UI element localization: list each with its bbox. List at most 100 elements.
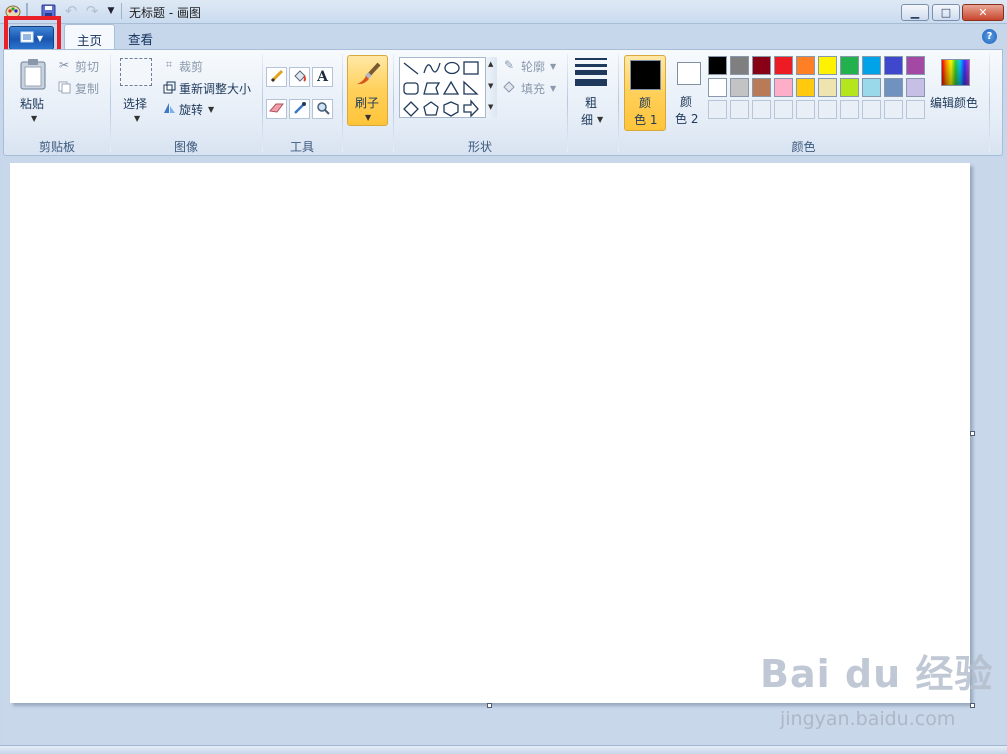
custom-color-slot[interactable] [884,100,903,119]
baidu-watermark-url: jingyan.baidu.com [780,708,956,730]
text-tool[interactable]: A [312,67,333,87]
shapes-group-label: 形状 [467,140,492,154]
paste-button[interactable]: 粘贴 [20,95,44,112]
size-chevron-down-icon[interactable]: ▼ [597,115,603,124]
color1-label-line1: 颜 [639,96,652,110]
color1-label-line2: 色 1 [634,113,658,127]
rotate-chevron-down-icon[interactable]: ▼ [208,105,214,114]
paste-icon[interactable] [16,56,50,92]
palette-swatch[interactable] [708,78,727,97]
brushes-button[interactable]: 刷子 ▼ [347,55,388,126]
palette-swatch[interactable] [752,56,771,75]
crop-icon: ⌗ [165,58,173,71]
scroll-down-icon[interactable]: ▼ [488,82,493,90]
color2-swatch [677,62,701,85]
color1-button[interactable]: 颜 色 1 [624,55,666,131]
palette-swatch[interactable] [862,78,881,97]
palette-swatch[interactable] [884,78,903,97]
palette-swatch[interactable] [906,78,925,97]
palette-swatch[interactable] [796,56,815,75]
resize-handle-right[interactable] [970,431,975,436]
color1-swatch [630,60,661,90]
palette-swatch[interactable] [818,78,837,97]
resize-button[interactable]: 重新调整大小 [179,80,251,97]
custom-color-slot[interactable] [774,100,793,119]
tab-view-label: 查看 [128,32,154,47]
ribbon-home: 粘贴 ▼ ✂ 剪切 复制 剪贴板 选择 ▼ ⌗ 裁剪 重新调整大小 旋转 ▼ 图… [3,49,1003,156]
color-picker-tool[interactable] [289,99,310,119]
outline-chevron-down-icon[interactable]: ▼ [550,62,556,71]
palette-swatch[interactable] [906,56,925,75]
custom-color-slot[interactable] [818,100,837,119]
help-icon[interactable]: ? [982,29,997,44]
shapes-scrollbar[interactable]: ▲ ▼ ▼ [485,57,497,118]
pencil-tool[interactable] [266,67,287,87]
tab-view[interactable]: 查看 [116,24,165,50]
custom-color-slot[interactable] [862,100,881,119]
crop-button[interactable]: 裁剪 [179,58,203,75]
undo-icon[interactable]: ↶ [63,2,79,20]
close-button[interactable]: ✕ [962,4,1004,21]
customize-qa-chevron-down-icon[interactable]: ▼ [103,3,119,19]
select-icon[interactable] [120,58,152,86]
brushes-chevron-down-icon: ▼ [365,113,372,122]
maximize-icon: □ [940,6,952,19]
custom-color-slot[interactable] [708,100,727,119]
palette-swatch[interactable] [862,56,881,75]
status-bar [0,745,1007,754]
resize-handle-bottom[interactable] [487,703,492,708]
size-lines-icon[interactable] [574,58,608,86]
maximize-button[interactable]: □ [932,4,960,21]
magnifier-tool[interactable] [312,99,333,119]
size-label-line2[interactable]: 细 [581,111,593,128]
fill-icon [502,80,516,94]
size-label-line1[interactable]: 粗 [585,94,597,111]
drawing-canvas[interactable] [10,163,970,703]
palette-swatch[interactable] [818,56,837,75]
palette-swatch[interactable] [752,78,771,97]
tab-home-label: 主页 [77,33,103,48]
tab-home[interactable]: 主页 [64,24,116,51]
palette-swatch[interactable] [840,56,859,75]
edit-colors-button[interactable]: 编辑颜色 [930,94,978,111]
title-separator [121,3,122,19]
palette-swatch[interactable] [730,78,749,97]
fill-button[interactable]: 填充 [521,80,545,97]
shapes-gallery[interactable] [399,57,497,118]
palette-swatch[interactable] [708,56,727,75]
color2-label-line2: 色 2 [675,112,699,126]
palette-swatch[interactable] [796,78,815,97]
pencil-icon [270,69,284,86]
palette-swatch[interactable] [730,56,749,75]
edit-colors-icon[interactable] [941,59,970,86]
rotate-button[interactable]: 旋转 [179,101,203,118]
scroll-up-icon[interactable]: ▲ [488,60,493,68]
custom-color-slot[interactable] [796,100,815,119]
fill-tool[interactable] [289,67,310,87]
copy-button[interactable]: 复制 [75,80,99,97]
baidu-watermark-logo: Bai du 经验 [760,652,994,696]
palette-swatch[interactable] [840,78,859,97]
fill-chevron-down-icon[interactable]: ▼ [550,84,556,93]
palette-swatch[interactable] [774,56,793,75]
gallery-expand-icon[interactable]: ▼ [488,103,493,111]
select-chevron-down-icon[interactable]: ▼ [134,114,140,123]
redo-icon[interactable]: ↷ [84,2,100,20]
eraser-tool[interactable] [266,99,287,119]
resize-handle-corner[interactable] [970,703,975,708]
eraser-icon [269,102,284,117]
palette-swatch[interactable] [774,78,793,97]
select-button[interactable]: 选择 [123,95,147,112]
cut-button[interactable]: 剪切 [75,58,99,75]
minimize-button[interactable]: ▁ [901,4,929,21]
palette-swatch[interactable] [884,56,903,75]
paste-chevron-down-icon[interactable]: ▼ [31,114,37,123]
custom-color-slot[interactable] [906,100,925,119]
custom-color-slot[interactable] [840,100,859,119]
color2-label-line1: 颜 [680,95,693,109]
custom-color-slot[interactable] [752,100,771,119]
outline-button[interactable]: 轮廓 [521,58,545,75]
rotate-icon [162,101,176,115]
custom-color-slot[interactable] [730,100,749,119]
brush-icon [352,59,384,91]
